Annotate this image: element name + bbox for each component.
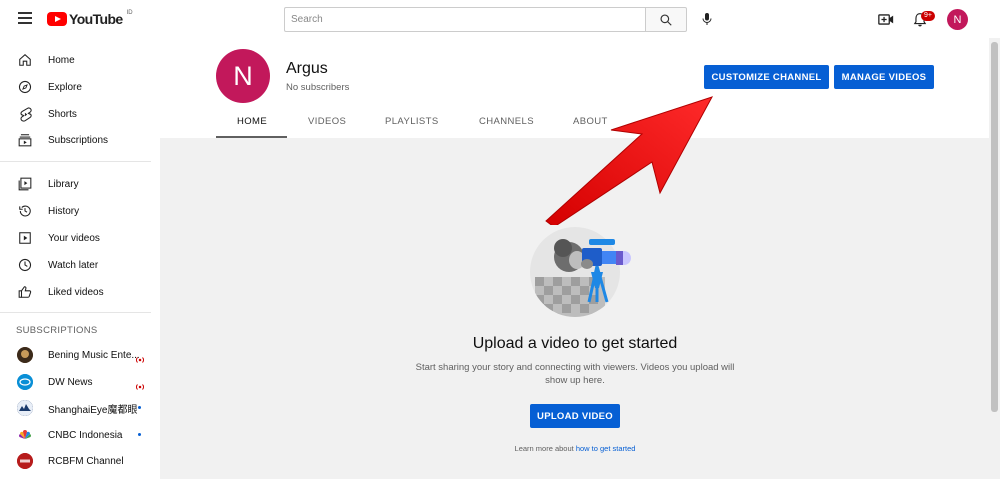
page-scrollbar-thumb[interactable] bbox=[991, 42, 998, 412]
live-icon bbox=[134, 351, 146, 363]
channel-avatar bbox=[17, 374, 33, 390]
subscriptions-header: SUBSCRIPTIONS bbox=[16, 325, 98, 336]
tab-about[interactable]: ABOUT bbox=[573, 116, 608, 127]
account-avatar[interactable]: N bbox=[947, 9, 968, 30]
subscription-label: RCBFM Channel bbox=[48, 455, 124, 467]
subscription-label: Bening Music Ente... bbox=[48, 349, 140, 361]
sidebar: Home Explore Shorts Subscriptions Librar… bbox=[0, 38, 160, 479]
home-icon bbox=[17, 52, 33, 68]
your-videos-icon bbox=[17, 230, 33, 246]
subscription-label: DW News bbox=[48, 376, 93, 388]
subscription-label: ShanghaiEye魔都眼 bbox=[48, 404, 138, 416]
customize-channel-button[interactable]: CUSTOMIZE CHANNEL bbox=[704, 65, 829, 89]
empty-state-description: Start sharing your story and connecting … bbox=[415, 362, 735, 386]
top-bar: YouTube ID 9+ N bbox=[0, 0, 1000, 38]
history-icon bbox=[17, 203, 33, 219]
subscriber-count: No subscribers bbox=[286, 82, 350, 93]
new-content-dot bbox=[138, 433, 141, 436]
search-button[interactable] bbox=[645, 7, 687, 32]
sidebar-divider bbox=[0, 161, 151, 162]
tab-home[interactable]: HOME bbox=[237, 116, 267, 127]
channel-avatar bbox=[17, 453, 33, 469]
youtube-play-icon bbox=[47, 12, 67, 26]
logo-region: ID bbox=[126, 10, 133, 16]
logo-text: YouTube bbox=[69, 11, 123, 27]
manage-videos-button[interactable]: MANAGE VIDEOS bbox=[834, 65, 934, 89]
clock-icon bbox=[17, 257, 33, 273]
tab-playlists[interactable]: PLAYLISTS bbox=[385, 116, 439, 127]
subscription-item[interactable]: DW News bbox=[0, 369, 160, 395]
live-icon bbox=[134, 378, 146, 390]
new-content-dot bbox=[138, 406, 141, 409]
sidebar-item-label: Library bbox=[48, 178, 79, 190]
sidebar-item-watch-later[interactable]: Watch later bbox=[0, 252, 160, 278]
how-to-get-started-link[interactable]: how to get started bbox=[576, 444, 636, 453]
sidebar-item-history[interactable]: History bbox=[0, 198, 160, 224]
empty-state-title: Upload a video to get started bbox=[472, 335, 678, 352]
sidebar-scrollbar[interactable] bbox=[151, 38, 160, 479]
sidebar-item-label: Subscriptions bbox=[48, 134, 109, 146]
voice-search-button[interactable] bbox=[697, 9, 717, 29]
channel-name: Argus bbox=[286, 60, 328, 77]
sidebar-item-explore[interactable]: Explore bbox=[0, 74, 160, 100]
video-plus-icon bbox=[878, 13, 894, 25]
channel-avatar-large: N bbox=[216, 49, 270, 103]
sidebar-item-label: Home bbox=[48, 54, 75, 66]
subscriptions-icon bbox=[17, 132, 33, 148]
menu-icon[interactable] bbox=[18, 12, 32, 24]
thumbs-up-icon bbox=[17, 284, 33, 300]
channel-avatar bbox=[17, 400, 33, 416]
sidebar-item-label: Explore bbox=[48, 81, 82, 93]
sidebar-item-your-videos[interactable]: Your videos bbox=[0, 225, 160, 251]
notification-badge: 9+ bbox=[921, 11, 935, 21]
compass-icon bbox=[17, 79, 33, 95]
search-icon bbox=[660, 13, 672, 26]
sidebar-item-label: Liked videos bbox=[48, 286, 104, 298]
sidebar-item-label: Your videos bbox=[48, 232, 100, 244]
search-input[interactable] bbox=[284, 7, 646, 32]
create-button[interactable] bbox=[877, 11, 895, 27]
shorts-icon bbox=[17, 106, 33, 122]
subscription-item[interactable]: ShanghaiEye魔都眼 bbox=[0, 395, 160, 421]
tab-videos[interactable]: VIDEOS bbox=[308, 116, 346, 127]
sidebar-item-label: Watch later bbox=[48, 259, 99, 271]
channel-avatar bbox=[17, 427, 33, 443]
upload-video-button[interactable]: UPLOAD VIDEO bbox=[530, 404, 620, 428]
subscription-item[interactable]: CNBC Indonesia bbox=[0, 422, 160, 448]
sidebar-item-library[interactable]: Library bbox=[0, 171, 160, 197]
sidebar-item-home[interactable]: Home bbox=[0, 47, 160, 73]
learn-more-prefix: Learn more about bbox=[514, 444, 576, 453]
sidebar-item-shorts[interactable]: Shorts bbox=[0, 101, 160, 127]
subscription-label: CNBC Indonesia bbox=[48, 429, 123, 441]
sidebar-item-label: Shorts bbox=[48, 108, 77, 120]
learn-more-text: Learn more about how to get started bbox=[460, 444, 690, 453]
library-icon bbox=[17, 176, 33, 192]
subscription-item[interactable]: RCBFM Channel bbox=[0, 448, 160, 474]
sidebar-item-liked-videos[interactable]: Liked videos bbox=[0, 279, 160, 305]
youtube-logo[interactable]: YouTube ID bbox=[47, 10, 133, 27]
sidebar-item-label: History bbox=[48, 205, 80, 217]
sidebar-divider bbox=[0, 312, 151, 313]
camera-person-illustration bbox=[530, 227, 631, 317]
tab-channels[interactable]: CHANNELS bbox=[479, 116, 534, 127]
subscription-item[interactable]: Bening Music Ente... bbox=[0, 342, 160, 368]
sidebar-item-subscriptions[interactable]: Subscriptions bbox=[0, 127, 160, 153]
microphone-icon bbox=[702, 13, 712, 25]
channel-avatar bbox=[17, 347, 33, 363]
